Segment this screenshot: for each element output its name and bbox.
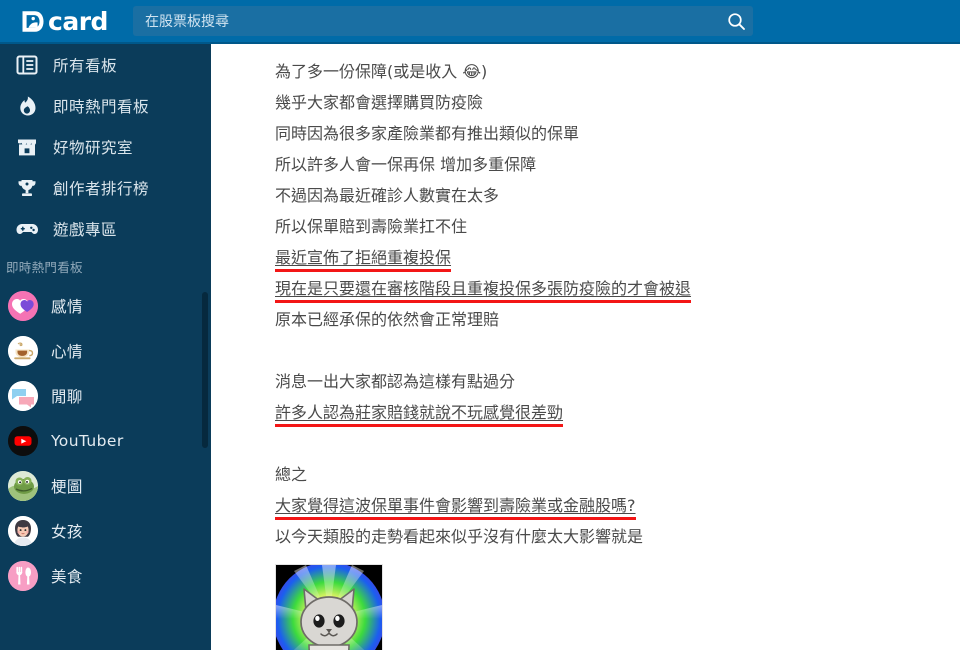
post-content: 為了多一份保障(或是收入 😂) 幾乎大家都會選擇購買防疫險 同時因為很多家產險業… <box>211 44 960 650</box>
store-icon <box>14 134 40 160</box>
post-line: 不過因為最近確診人數實在太多 <box>275 186 500 205</box>
dcard-logo[interactable]: card <box>0 0 125 43</box>
dcard-logo-text: card <box>48 6 108 36</box>
post-line-highlighted: 現在是只要還在審核階段且重複投保多張防疫險的才會被退 <box>275 273 960 304</box>
post-line-highlighted: 大家覺得這波保單事件會影響到壽險業或金融股嗎? <box>275 490 960 521</box>
post-line: 總之 <box>275 465 308 484</box>
sidebar-board-label: 感情 <box>51 297 83 316</box>
sidebar-board-label: 梗圖 <box>51 477 83 496</box>
left-sidebar: 所有看板 即時熱門看板 好物研究室 創作者排行榜 遊戲專區 即時熱門看板 感情 … <box>0 44 211 650</box>
sidebar-item-label: 創作者排行榜 <box>53 179 150 198</box>
gamepad-icon <box>14 216 40 242</box>
post-line: 所以保單賠到壽險業扛不住 <box>275 217 468 236</box>
post-line: 以今天類股的走勢看起來似乎沒有什麼太大影響就是 <box>275 527 644 546</box>
sidebar-board-label: 閒聊 <box>51 387 83 406</box>
sidebar-board-label: YouTuber <box>51 431 124 450</box>
sidebar-board-youtuber[interactable]: YouTuber <box>0 418 211 463</box>
top-header: card <box>0 0 960 44</box>
sidebar-board-label: 心情 <box>51 342 83 361</box>
frog-meme-avatar <box>8 470 38 501</box>
sidebar-item-label: 所有看板 <box>53 56 118 75</box>
post-line-text: 許多人認為莊家賠錢就說不玩感覺很差勁 <box>275 403 564 422</box>
sidebar-item-game-zone[interactable]: 遊戲專區 <box>0 208 211 249</box>
flame-icon <box>14 93 40 119</box>
red-underline <box>275 269 452 272</box>
sidebar-board-girl[interactable]: 女孩 <box>0 508 211 553</box>
post-line: 消息一出大家都認為這樣有點過分 <box>275 372 516 391</box>
sidebar-scrollbar[interactable] <box>202 292 208 448</box>
post-line: 幾乎大家都會選擇購買防疫險 <box>275 93 484 112</box>
post-line-text: 最近宣佈了拒絕重複投保 <box>275 248 452 267</box>
red-underline <box>275 517 636 520</box>
dcard-logo-icon <box>20 9 45 34</box>
chat-bubbles-avatar <box>8 380 38 411</box>
coffee-cup-avatar <box>8 335 38 366</box>
sidebar-section-title: 即時熱門看板 <box>6 259 83 275</box>
sidebar-board-chat[interactable]: 閒聊 <box>0 373 211 418</box>
trophy-icon <box>14 175 40 201</box>
post-line-text: 現在是只要還在審核階段且重複投保多張防疫險的才會被退 <box>275 279 692 298</box>
post-line: 同時因為很多家產險業都有推出類似的保單 <box>275 124 580 143</box>
search-input[interactable] <box>133 6 753 36</box>
cutlery-avatar <box>8 560 38 591</box>
post-line: 所以許多人會一保再保 增加多重保障 <box>275 155 537 174</box>
sidebar-item-label: 好物研究室 <box>53 138 134 157</box>
sidebar-item-trending-boards[interactable]: 即時熱門看板 <box>0 85 211 126</box>
red-underline <box>275 424 564 427</box>
red-underline <box>275 300 692 303</box>
youtube-play-avatar <box>8 425 38 456</box>
main-content: 為了多一份保障(或是收入 😂) 幾乎大家都會選擇購買防疫險 同時因為很多家產險業… <box>211 44 960 650</box>
sidebar-item-creator-ranking[interactable]: 創作者排行榜 <box>0 167 211 208</box>
search-bar[interactable] <box>133 6 753 36</box>
post-line: 為了多一份保障(或是收入 😂) <box>275 62 488 81</box>
sidebar-board-label: 美食 <box>51 567 83 586</box>
sidebar-board-mood[interactable]: 心情 <box>0 328 211 373</box>
sidebar-board-food[interactable]: 美食 <box>0 553 211 598</box>
sidebar-board-label: 女孩 <box>51 522 83 541</box>
sidebar-item-label: 即時熱門看板 <box>53 97 150 116</box>
sidebar-item-all-boards[interactable]: 所有看板 <box>0 44 211 85</box>
boards-list-icon <box>14 52 40 78</box>
search-icon[interactable] <box>723 9 749 33</box>
sidebar-board-meme[interactable]: 梗圖 <box>0 463 211 508</box>
sidebar-item-shop-lab[interactable]: 好物研究室 <box>0 126 211 167</box>
post-line-highlighted: 許多人認為莊家賠錢就說不玩感覺很差勁 <box>275 397 960 428</box>
sidebar-board-relationship[interactable]: 感情 <box>0 283 211 328</box>
cat-sticker-image[interactable] <box>275 564 383 650</box>
post-line: 原本已經承保的依然會正常理賠 <box>275 310 500 329</box>
girl-avatar <box>8 515 38 546</box>
sidebar-item-label: 遊戲專區 <box>53 220 118 239</box>
post-line-text: 大家覺得這波保單事件會影響到壽險業或金融股嗎? <box>275 496 636 515</box>
heart-avatar <box>8 290 38 321</box>
post-line-highlighted: 最近宣佈了拒絕重複投保 <box>275 242 960 273</box>
